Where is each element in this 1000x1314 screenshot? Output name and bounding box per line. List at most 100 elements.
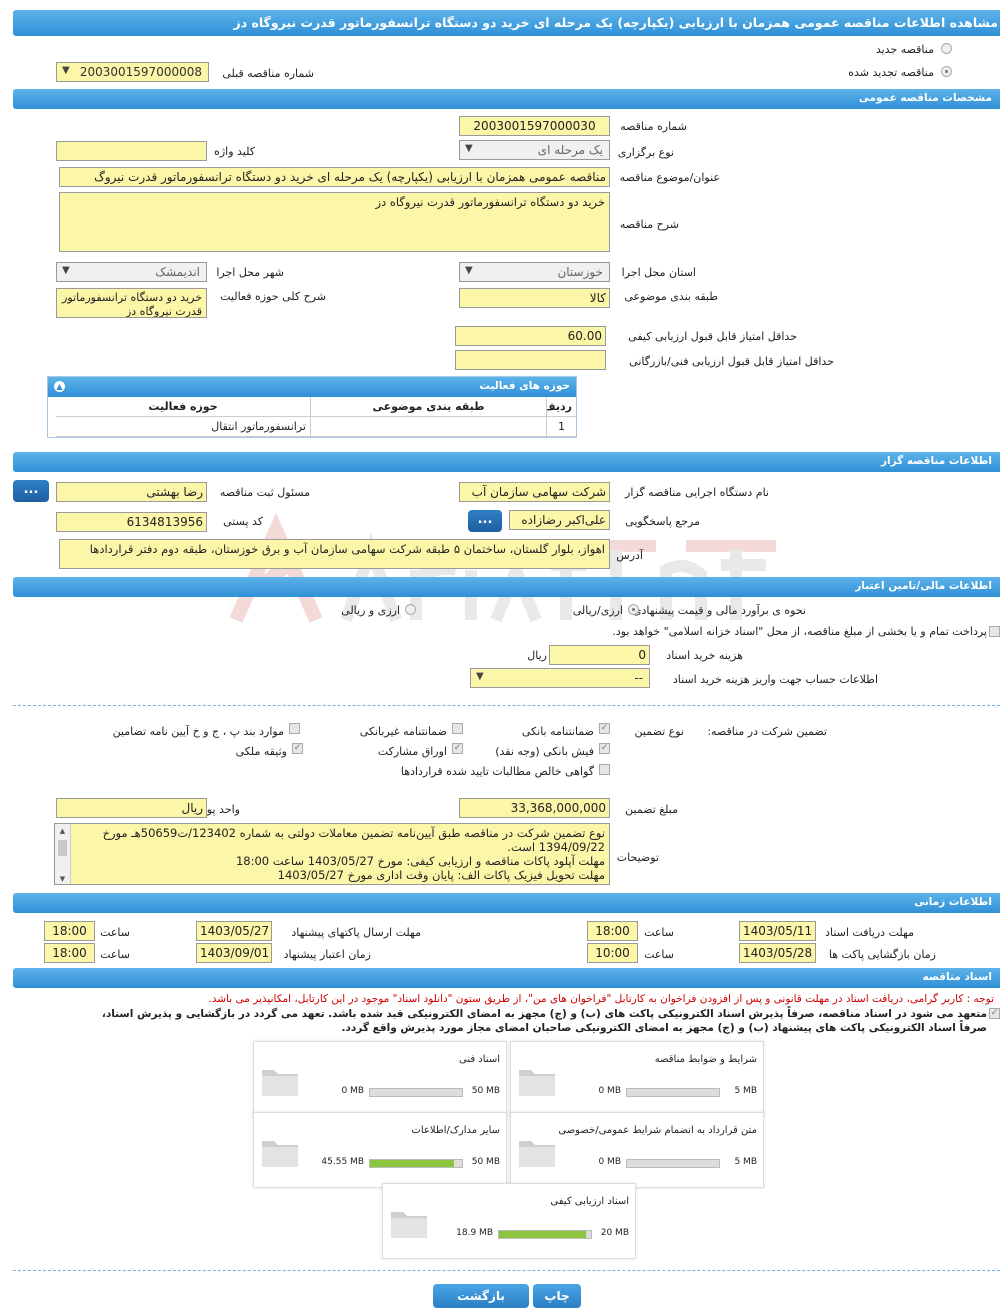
bonds-label: اوراق مشارکت bbox=[377, 745, 447, 758]
account-select[interactable]: -- ▼ bbox=[470, 668, 650, 688]
chevron-down-icon: ▼ bbox=[476, 671, 484, 682]
postal-field[interactable]: 6134813956 bbox=[56, 512, 207, 532]
divider bbox=[13, 705, 1000, 706]
nonbank-guarantee-checkbox[interactable] bbox=[452, 723, 463, 734]
org-field[interactable]: شرکت سهامی سازمان آب bbox=[459, 482, 610, 502]
chevron-down-icon: ▼ bbox=[62, 265, 70, 276]
bonds-checkbox[interactable]: ✓ bbox=[452, 743, 463, 754]
doc-card-other[interactable]: سایر مدارک/اطلاعات 45.55 MB 50 MB bbox=[253, 1112, 507, 1188]
renewed-tender-radio[interactable] bbox=[941, 66, 952, 77]
progress-bar bbox=[626, 1088, 720, 1097]
fee-field[interactable]: 0 bbox=[549, 645, 650, 665]
chevron-down-icon: ▼ bbox=[465, 143, 473, 154]
activity-table: حوزه های فعالیت▲ ردیف طبقه بندی موضوعی ح… bbox=[47, 376, 577, 438]
scroll-up-icon[interactable]: ▲ bbox=[55, 824, 70, 838]
cash-receipt-label: فیش بانکی (وجه نقد) bbox=[495, 745, 594, 758]
treasury-label: پرداخت تمام و یا بخشی از مبلغ مناقصه، از… bbox=[612, 625, 987, 638]
subject-field[interactable]: مناقصه عمومی همزمان با ارزیابی (یکپارچه)… bbox=[59, 167, 610, 187]
clause-guarantee-checkbox[interactable] bbox=[289, 723, 300, 734]
commit-line-1: متعهد می شود در اسناد مناقصه، صرفاً پذیر… bbox=[101, 1008, 987, 1020]
keyword-field[interactable] bbox=[56, 141, 207, 161]
scope-label: شرح کلی حوزه فعالیت bbox=[220, 290, 326, 303]
scroll-thumb[interactable] bbox=[58, 840, 67, 856]
prev-number-label: شماره مناقصه قبلی bbox=[222, 67, 314, 80]
divider bbox=[13, 1270, 1000, 1271]
back-button[interactable]: بازگشت bbox=[433, 1284, 529, 1308]
time-label: ساعت bbox=[100, 948, 130, 961]
type-label: نوع برگزاری bbox=[617, 146, 674, 159]
subject-label: عنوان/موضوع مناقصه bbox=[619, 171, 720, 184]
doc-deadline-time[interactable]: 18:00 bbox=[587, 921, 638, 941]
estimate-option-2-label: ارزی و ریالی bbox=[341, 604, 400, 617]
open-date[interactable]: 1403/05/28 bbox=[739, 943, 816, 963]
send-deadline-date[interactable]: 1403/05/27 bbox=[196, 921, 272, 941]
timing-section-header: اطلاعات زمانی bbox=[13, 893, 1000, 913]
scroll-down-icon[interactable]: ▼ bbox=[55, 872, 70, 884]
progress-bar bbox=[369, 1088, 463, 1097]
claims-checkbox[interactable] bbox=[599, 764, 610, 775]
doc-card-quality[interactable]: اسناد ارزیابی کیفی 18.9 MB 20 MB bbox=[382, 1183, 636, 1259]
treasury-checkbox[interactable] bbox=[989, 626, 1000, 637]
estimate-option-2-radio[interactable] bbox=[405, 604, 416, 615]
tender-number-label: شماره مناقصه bbox=[620, 120, 687, 133]
registrar-lookup-button[interactable]: ... bbox=[13, 480, 49, 502]
currency-field[interactable]: ریال bbox=[56, 798, 207, 818]
cash-receipt-checkbox[interactable]: ✓ bbox=[599, 743, 610, 754]
doc-card-technical[interactable]: اسناد فنی 0 MB 50 MB bbox=[253, 1041, 507, 1117]
min-quality-field[interactable]: 60.00 bbox=[455, 326, 606, 346]
time-label: ساعت bbox=[100, 926, 130, 939]
postal-label: کد پستی bbox=[223, 515, 263, 528]
chevron-down-icon: ▼ bbox=[465, 265, 473, 276]
prev-number-select[interactable]: 2003001597000008 ▼ bbox=[56, 62, 209, 82]
type-select[interactable]: یک مرحله ای ▼ bbox=[459, 140, 610, 160]
address-textarea[interactable]: اهواز، بلوار گلستان، ساختمان ۵ طبقه شرکت… bbox=[59, 539, 610, 569]
tender-number-field[interactable]: 2003001597000030 bbox=[459, 116, 610, 136]
bank-guarantee-checkbox[interactable]: ✓ bbox=[599, 723, 610, 734]
scope-textarea[interactable]: خرید دو دستگاه ترانسفورماتور قدرت نیروگا… bbox=[56, 288, 207, 318]
city-select[interactable]: اندیمشک ▼ bbox=[56, 262, 207, 282]
description-textarea[interactable]: خرید دو دستگاه ترانسفورماتور قدرت نیروگا… bbox=[59, 192, 610, 252]
collapse-icon[interactable]: ▲ bbox=[54, 381, 65, 392]
min-quality-label: حداقل امتیاز قابل قبول ارزیابی کیفی bbox=[628, 330, 797, 343]
doc-deadline-date[interactable]: 1403/05/11 bbox=[739, 921, 816, 941]
validity-label: زمان اعتبار پیشنهاد bbox=[283, 948, 371, 961]
open-time[interactable]: 10:00 bbox=[587, 943, 638, 963]
commit-checkbox[interactable]: ✓ bbox=[989, 1008, 1000, 1019]
send-deadline-label: مهلت ارسال پاکتهای پیشنهاد bbox=[291, 926, 421, 939]
print-button[interactable]: چاپ bbox=[533, 1284, 581, 1308]
reference-field[interactable]: علی‌اکبر رضازاده bbox=[509, 510, 610, 530]
new-tender-radio[interactable] bbox=[941, 43, 952, 54]
commit-line-2: صرفاً اسناد الکترونیکی پاکت های پیشنهاد … bbox=[341, 1022, 987, 1034]
property-checkbox[interactable]: ✓ bbox=[292, 743, 303, 754]
estimate-option-1-radio[interactable] bbox=[628, 604, 639, 615]
description-label: شرح مناقصه bbox=[619, 218, 679, 231]
guarantee-type-label: نوع تضمین bbox=[634, 725, 684, 738]
doc-card-conditions[interactable]: شرایط و ضوابط مناقصه 0 MB 5 MB bbox=[510, 1041, 764, 1117]
category-field[interactable]: کالا bbox=[459, 288, 610, 308]
reference-lookup-button[interactable]: ... bbox=[468, 510, 502, 532]
progress-bar bbox=[369, 1159, 463, 1168]
validity-time[interactable]: 18:00 bbox=[44, 943, 95, 963]
validity-date[interactable]: 1403/09/01 bbox=[196, 943, 272, 963]
folder-icon bbox=[262, 1070, 298, 1096]
province-select[interactable]: خوزستان ▼ bbox=[459, 262, 610, 282]
activity-table-header: حوزه های فعالیت ▲ bbox=[48, 377, 576, 397]
min-tech-field[interactable] bbox=[455, 350, 606, 370]
account-label: اطلاعات حساب جهت واریز هزینه خرید اسناد bbox=[672, 673, 878, 686]
send-deadline-time[interactable]: 18:00 bbox=[44, 921, 95, 941]
general-section-header: مشخصات مناقصه عمومی bbox=[13, 89, 1000, 109]
doc-card-contract[interactable]: متن قرارداد به انضمام شرایط عمومی/خصوصی … bbox=[510, 1112, 764, 1188]
page-title: مشاهده اطلاعات مناقصه عمومی همزمان با ار… bbox=[13, 10, 1000, 36]
guarantee-desc-textarea[interactable]: نوع تضمین شرکت در مناقصه طبق آیین‌نامه ت… bbox=[54, 823, 610, 885]
registrar-field[interactable]: رضا بهشتی bbox=[56, 482, 207, 502]
docs-notice: توجه : کاربر گرامی، دریافت اسناد در مهلت… bbox=[208, 993, 994, 1005]
amount-field[interactable]: 33,368,000,000 bbox=[459, 798, 610, 818]
finance-section-header: اطلاعات مالی/تامین اعتبار bbox=[13, 577, 1000, 597]
nonbank-guarantee-label: ضمانتنامه غیربانکی bbox=[359, 725, 447, 738]
keyword-label: کلید واژه bbox=[214, 145, 255, 158]
cell-row: 1 bbox=[546, 417, 576, 437]
time-label: ساعت bbox=[644, 926, 674, 939]
city-label: شهر محل اجرا bbox=[216, 266, 284, 279]
textarea-scrollbar[interactable]: ▲ ▼ bbox=[55, 824, 71, 884]
min-tech-label: حداقل امتیاز قابل قبول ارزیابی فنی/بازرگ… bbox=[629, 355, 834, 368]
